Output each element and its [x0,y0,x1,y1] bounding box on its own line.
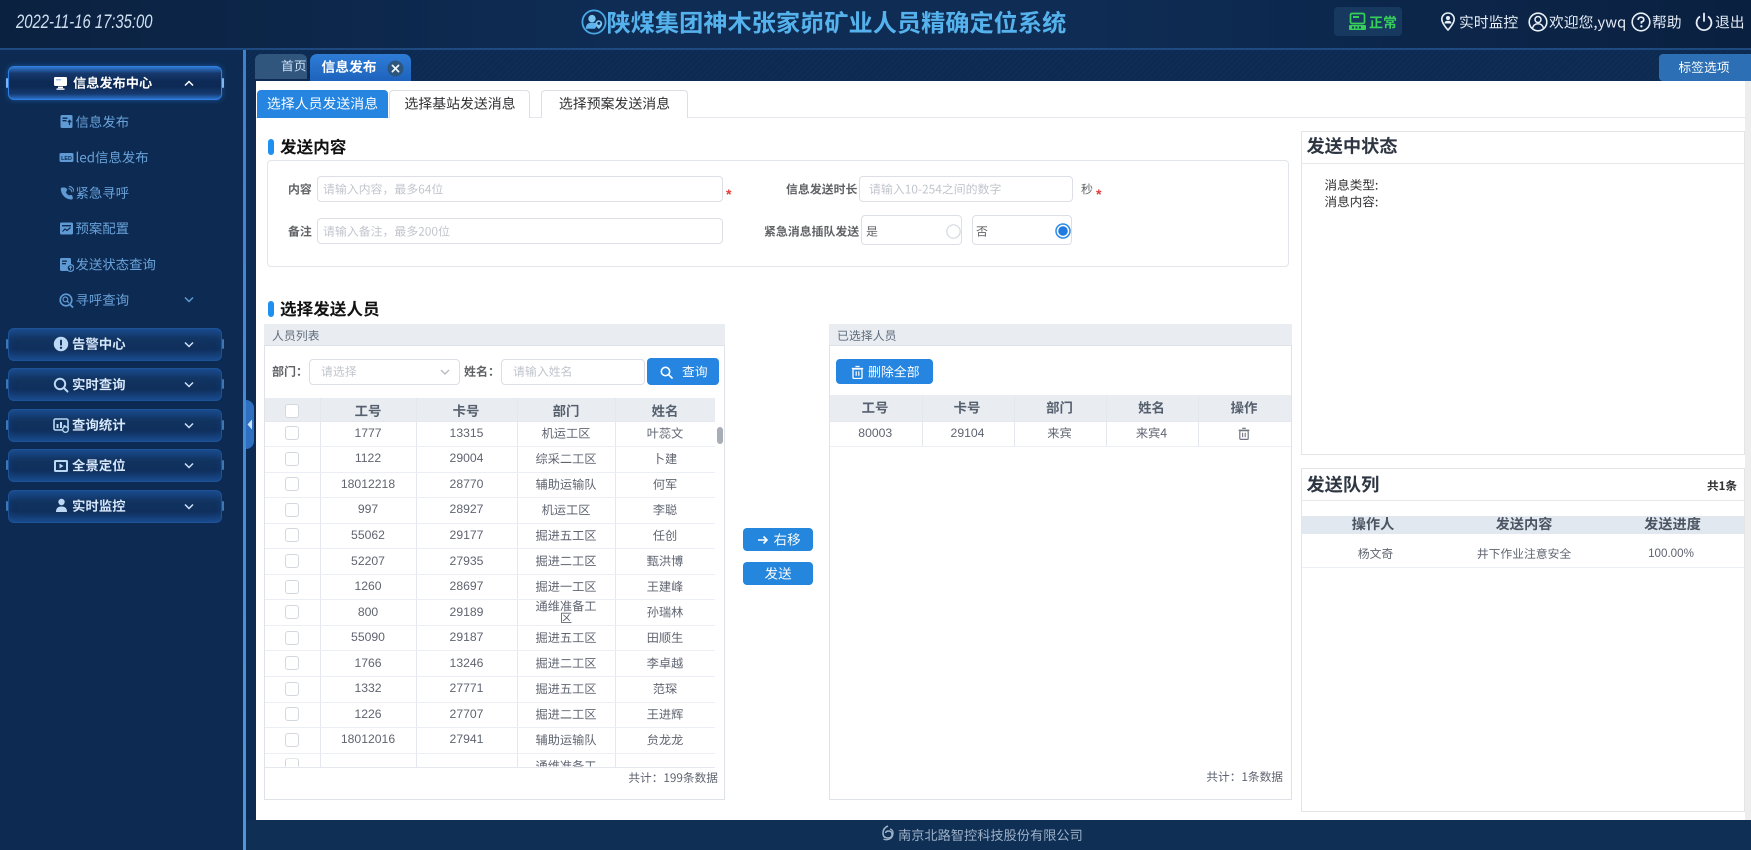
svg-text:LED: LED [61,156,72,162]
